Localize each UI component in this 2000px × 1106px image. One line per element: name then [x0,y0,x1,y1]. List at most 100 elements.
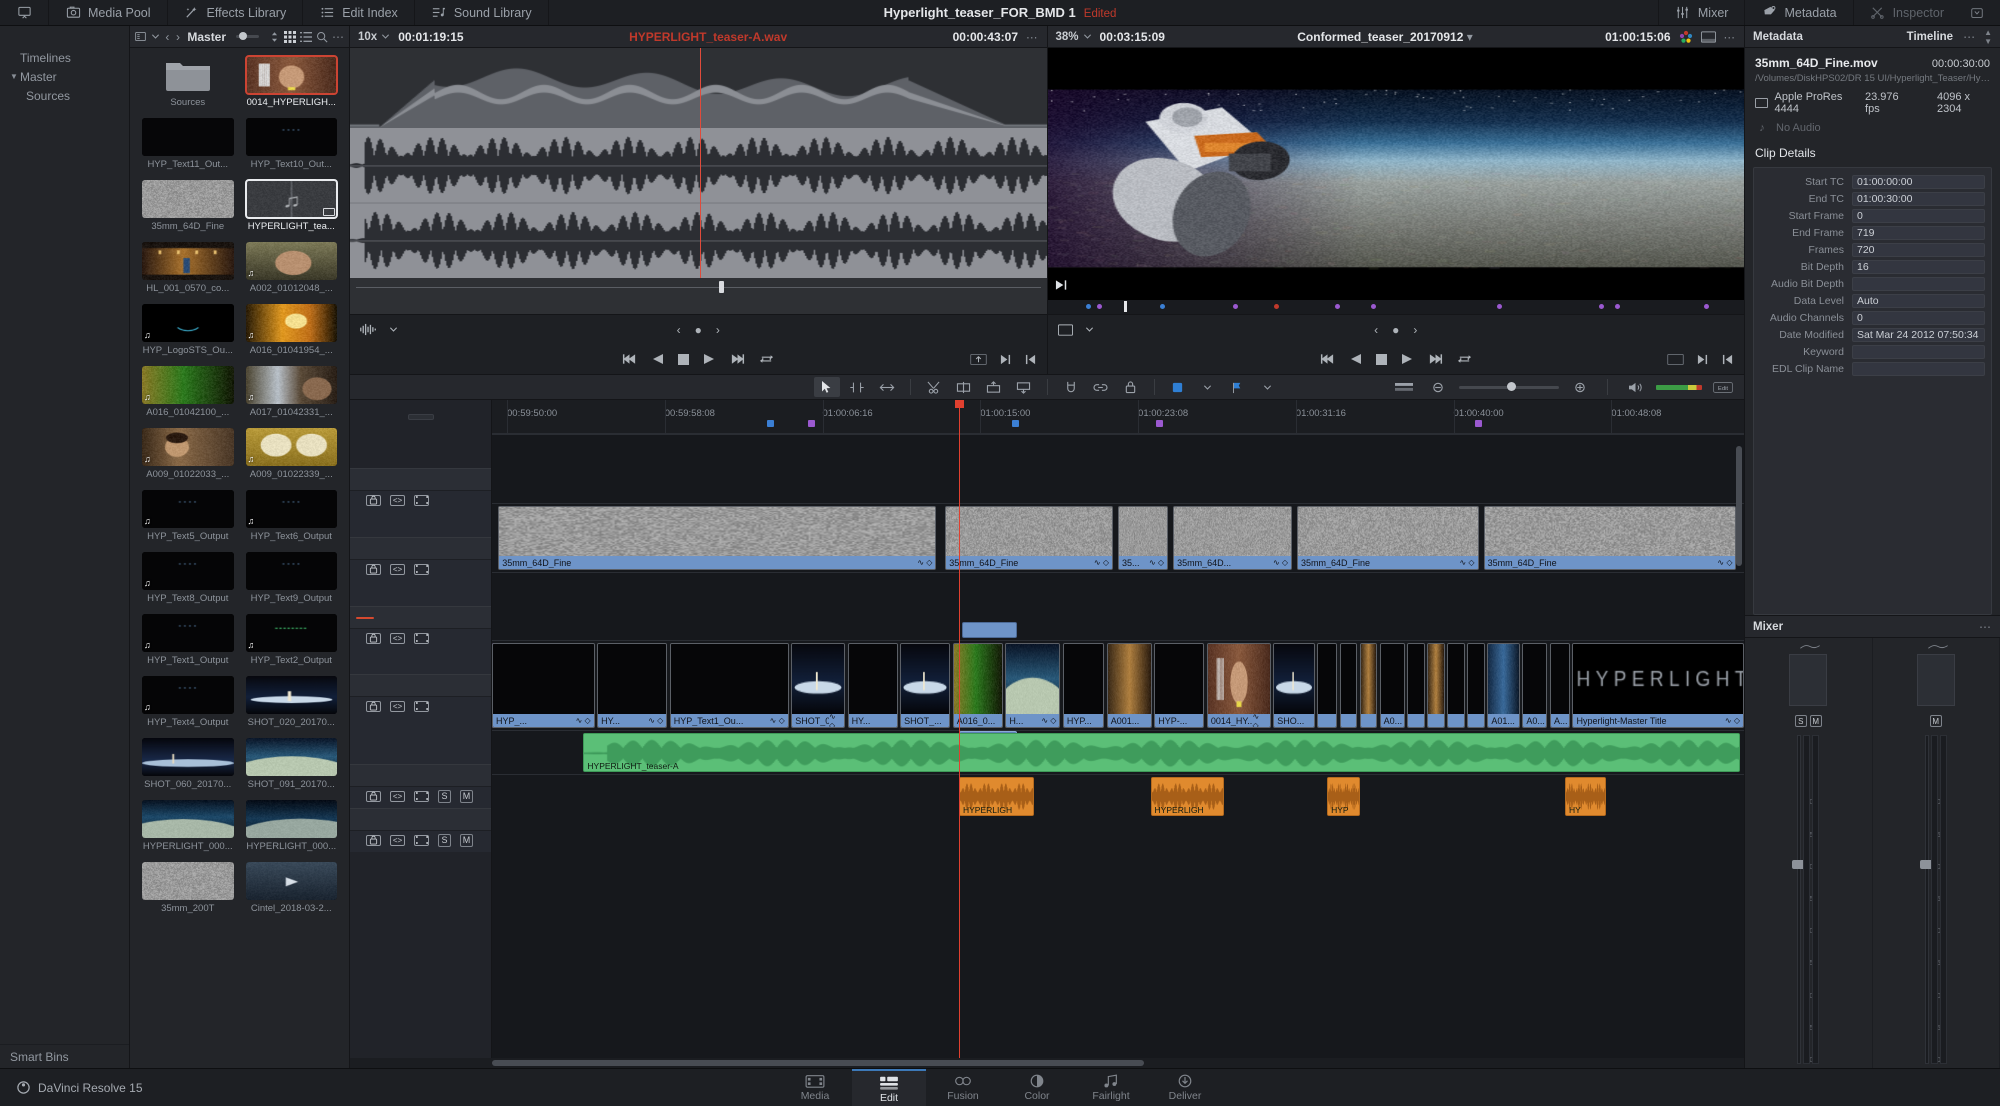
bin-chevron-down-icon[interactable] [151,29,160,45]
media-pool-item[interactable]: ♫A016_01041954_... [240,304,344,366]
page-tab-deliver[interactable]: Deliver [1148,1069,1222,1106]
timeline-clip[interactable] [1407,643,1425,728]
viewer-position-indicator[interactable] [1124,301,1127,312]
clip-detail-value[interactable]: Auto [1852,294,1985,308]
timeline-audio-clip[interactable]: HYPERLIGH [1151,777,1225,816]
clip-detail-value[interactable] [1852,362,1985,376]
tl-mark-in-icon[interactable] [1696,354,1709,365]
media-pool-thumbnail[interactable]: ♫ [246,490,338,528]
track-lock-icon[interactable] [366,701,381,712]
timeline-clip[interactable]: HYP_Text1_Ou...∿ ◇ [670,643,789,728]
media-pool-item[interactable]: ♫HYP_Text6_Output [240,490,344,552]
source-viewer-body[interactable] [350,48,1047,314]
media-pool-thumbnail[interactable]: ♫ [246,428,338,466]
mixer-channel-strip[interactable] [1789,654,1827,706]
media-pool-thumbnail[interactable] [142,862,234,900]
viewer-marker[interactable] [1086,304,1091,309]
media-pool-thumbnail[interactable]: ♫ [246,304,338,342]
clip-detail-value[interactable]: 0 [1852,209,1985,223]
timeline-metadata-tab[interactable]: Timeline [1907,31,1953,43]
timeline-clip[interactable] [962,622,1017,638]
play-reverse-icon[interactable] [651,353,664,365]
track-name-row[interactable] [350,538,491,560]
viewer-marker[interactable] [1335,304,1340,309]
marker-color-chevron-icon[interactable] [1195,377,1221,397]
media-pool-item[interactable]: ♫A016_01042100_... [136,366,240,428]
media-pool-thumbnail[interactable] [246,800,338,838]
track-lane-video[interactable]: HYP_...∿ ◇HY...∿ ◇HYP_Text1_Ou...∿ ◇SHOT… [492,640,1744,730]
track-video-enable-icon[interactable] [414,701,429,712]
media-pool-thumbnail[interactable] [246,118,338,156]
track-video-enable-icon[interactable] [414,835,429,846]
timeline-clip[interactable]: A0... [1522,643,1547,728]
timeline-clip[interactable] [1360,643,1378,728]
timeline-viewer-body[interactable] [1048,48,1745,300]
tl-marker-prev-icon[interactable]: ‹ [1374,323,1378,337]
flag-color-button[interactable] [1225,377,1251,397]
metadata-collapse-icon[interactable]: ▲▼ [1984,28,1992,46]
media-pool-item[interactable]: ♫A017_01042331_... [240,366,344,428]
metadata-toggle[interactable]: Metadata [1744,0,1852,25]
tl-mark-out-icon[interactable] [1721,354,1734,365]
trim-edit-mode-icon[interactable] [844,377,870,397]
viewer-marker[interactable] [1233,304,1238,309]
flag-color-chevron-icon[interactable] [1255,377,1281,397]
timeline-marker[interactable] [808,420,815,427]
media-pool-thumbnail[interactable] [142,242,234,280]
tl-marker-next-icon[interactable]: › [1413,323,1417,337]
media-pool-item[interactable]: ♫HYP_Text4_Output [136,676,240,738]
loop-icon[interactable] [759,353,774,365]
detail-zoom-icon[interactable] [1567,377,1593,397]
lock-icon[interactable] [1118,377,1144,397]
timeline-clip[interactable]: 35mm_64D...∿ ◇ [1173,506,1292,570]
media-pool-thumbnail[interactable]: ♫ [142,676,234,714]
thumbnail-size-slider[interactable] [236,35,259,38]
dynamic-trim-icon[interactable] [874,377,900,397]
search-icon[interactable] [316,29,328,45]
smart-bins-section[interactable]: Smart Bins [0,1044,129,1068]
place-on-top-icon[interactable] [1024,354,1037,365]
media-pool-options-icon[interactable]: ⋯ [332,29,345,45]
insert-icon[interactable] [970,354,987,365]
timeline-canvas[interactable]: 00:59:50:0000:59:58:0801:00:06:1601:00:1… [492,400,1744,1058]
source-scrubber[interactable] [350,278,1047,296]
media-pool-item[interactable]: Sources [136,56,240,118]
track-lock-icon[interactable] [366,791,381,802]
edit-index-toggle[interactable]: Edit Index [303,0,415,25]
marker-next-icon[interactable]: › [716,323,720,337]
track-solo-icon[interactable]: S [438,834,451,847]
viewer-marker[interactable] [1704,304,1709,309]
timeline-viewer-mode-chevron-icon[interactable] [1085,325,1094,334]
panel-layout-chevron-icon[interactable] [1960,6,1994,20]
timeline-clip[interactable]: A01... [1487,643,1520,728]
mixer-mute-icon[interactable]: M [1810,715,1822,727]
timeline-viewer-mode-icon[interactable] [1058,324,1073,336]
viewer-marker[interactable] [1615,304,1620,309]
media-pool-item[interactable]: HYP_Text11_Out... [136,118,240,180]
media-pool-thumbnail[interactable] [142,118,234,156]
viewer-marker[interactable] [1497,304,1502,309]
media-pool-item[interactable]: HYP_Text9_Output [240,552,344,614]
track-lock-icon[interactable] [366,564,381,575]
clip-detail-value[interactable] [1852,277,1985,291]
media-pool-thumbnail[interactable] [142,738,234,776]
timeline-clip[interactable] [1317,643,1337,728]
timeline-clip[interactable]: SHO... [1273,643,1314,728]
metadata-options-icon[interactable]: ⋯ [1963,30,1976,44]
media-pool-thumbnail[interactable]: ♫ [142,614,234,652]
media-pool-item[interactable]: 35mm_64D_Fine [136,180,240,242]
source-scrub-handle[interactable] [719,281,724,293]
viewer-marker[interactable] [1160,304,1165,309]
track-lock-icon[interactable] [366,633,381,644]
mixer-options-icon[interactable]: ⋯ [1979,620,1992,634]
track-video-enable-icon[interactable] [414,791,429,802]
track-lock-icon[interactable] [366,835,381,846]
clip-detail-value[interactable]: Sat Mar 24 2012 07:50:34 [1852,328,1985,342]
bin-list-icon[interactable] [134,29,147,45]
tl-jump-to-start-icon[interactable] [1320,353,1335,365]
media-pool-thumbnail[interactable]: ♫ [142,552,234,590]
timeline-audio-clip[interactable]: HYPERLIGH [959,777,1034,816]
media-pool-thumbnail[interactable] [246,552,338,590]
nav-back-icon[interactable]: ‹ [164,29,171,45]
mixer-eq-row[interactable] [1923,643,1949,650]
